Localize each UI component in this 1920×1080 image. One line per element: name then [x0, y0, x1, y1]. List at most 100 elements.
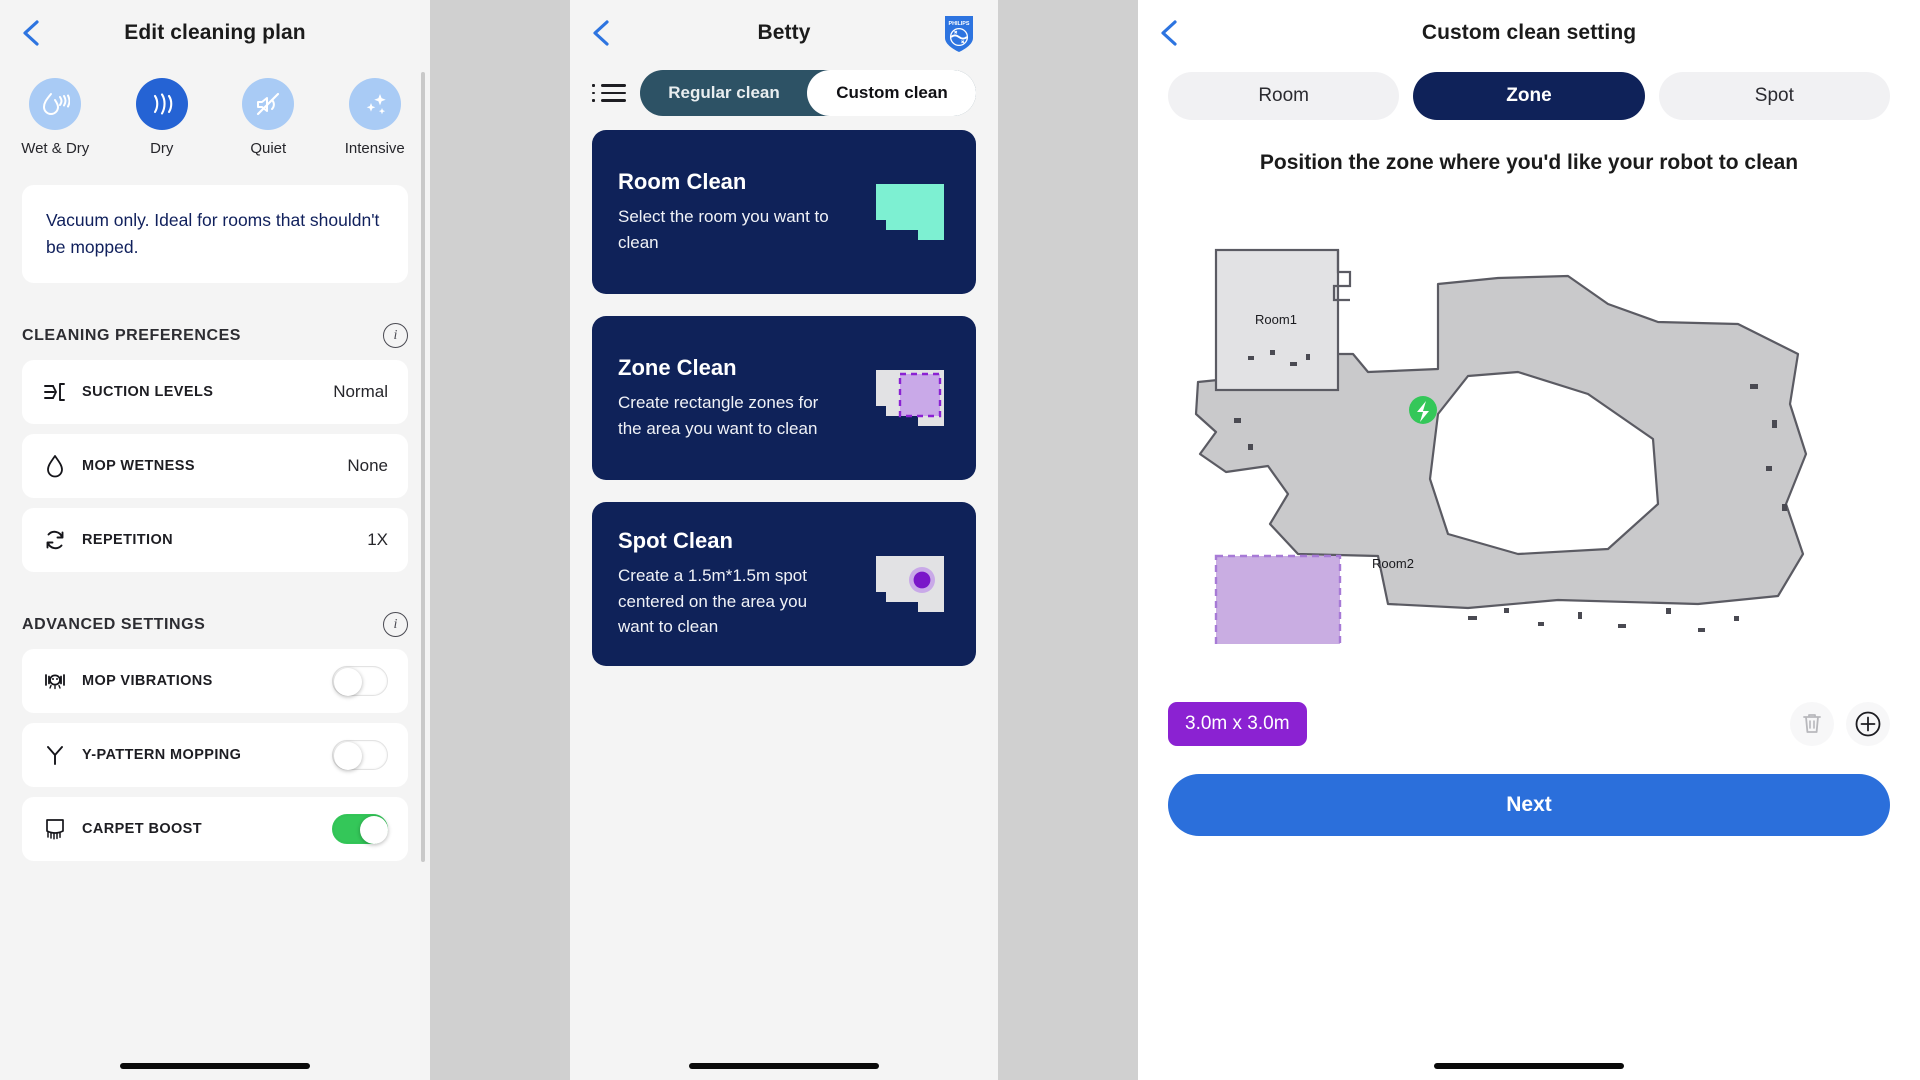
- spot-map-icon: [854, 536, 950, 632]
- svg-text:PHILIPS: PHILIPS: [949, 21, 970, 27]
- room1-label: Room1: [1255, 312, 1297, 327]
- panel-gap-1: [430, 0, 570, 1080]
- row-label: SUCTION LEVELS: [82, 384, 214, 401]
- mode-description-card: Vacuum only. Ideal for rooms that should…: [22, 185, 408, 284]
- suction-levels-icon: [42, 379, 68, 405]
- quiet-muted-icon: [242, 78, 295, 130]
- zone-controls: 3.0m x 3.0m: [1168, 701, 1890, 746]
- selected-zone-rect: [1214, 554, 1342, 644]
- cleaning-mode-selector: Wet & Dry Dry Quiet Intensive: [0, 78, 430, 157]
- row-mop-vibrations[interactable]: MOP VIBRATIONS: [22, 649, 408, 714]
- next-button[interactable]: Next: [1168, 773, 1890, 836]
- card-description: Select the room you want to clean: [618, 207, 829, 252]
- room-map-icon: [854, 164, 950, 260]
- segmented-control: Regular clean Custom clean: [640, 70, 976, 116]
- row-value: Normal: [333, 382, 388, 402]
- carpet-boost-toggle[interactable]: [332, 814, 388, 845]
- custom-clean-screen: Betty PHILIPS Regular clean Custom clean: [570, 0, 998, 1080]
- delete-zone-button[interactable]: [1790, 701, 1834, 746]
- screenshot-stage: Edit cleaning plan Wet & Dry Dry Quiet I…: [0, 0, 1920, 1080]
- plus-circle-icon: [1855, 711, 1881, 737]
- row-label: Y-PATTERN MOPPING: [82, 747, 242, 764]
- home-indicator: [120, 1063, 310, 1069]
- mode-label: Wet & Dry: [21, 140, 90, 157]
- trash-icon: [1803, 713, 1821, 733]
- list-menu-icon[interactable]: [592, 78, 626, 108]
- clean-scope-segmented-control: Room Zone Spot: [1138, 66, 1920, 120]
- mop-vibrations-icon: [42, 668, 68, 694]
- segment-room[interactable]: Room: [1168, 72, 1400, 120]
- instruction-text: Position the zone where you'd like your …: [1259, 151, 1799, 174]
- intensive-sparkle-icon: [348, 78, 401, 130]
- left-header: Edit cleaning plan: [0, 0, 430, 66]
- card-description: Create rectangle zones for the area you …: [618, 393, 819, 438]
- segment-spot[interactable]: Spot: [1658, 72, 1890, 120]
- info-circle-icon[interactable]: i: [383, 612, 408, 638]
- row-mop-wetness[interactable]: MOP WETNESS None: [22, 434, 408, 499]
- carpet-boost-icon: [42, 816, 68, 842]
- zone-size-badge: 3.0m x 3.0m: [1168, 701, 1307, 746]
- toggle-knob: [334, 742, 362, 771]
- philips-logo-icon: PHILIPS: [942, 14, 976, 54]
- add-zone-button[interactable]: [1846, 701, 1890, 746]
- edit-cleaning-plan-screen: Edit cleaning plan Wet & Dry Dry Quiet I…: [0, 0, 430, 1080]
- row-suction-levels[interactable]: SUCTION LEVELS Normal: [22, 360, 408, 425]
- back-button[interactable]: [14, 16, 48, 50]
- custom-clean-setting-screen: Custom clean setting Room Zone Spot Posi…: [1138, 0, 1920, 1080]
- mode-description-text: Vacuum only. Ideal for rooms that should…: [46, 210, 380, 258]
- mode-wet-and-dry[interactable]: Wet & Dry: [18, 78, 93, 157]
- clean-type-cards: Room Clean Select the room you want to c…: [570, 116, 998, 666]
- mode-label: Quiet: [250, 140, 287, 157]
- mode-quiet[interactable]: Quiet: [231, 78, 306, 157]
- card-text: Zone Clean Create rectangle zones for th…: [618, 355, 854, 441]
- card-text: Room Clean Select the room you want to c…: [618, 169, 854, 255]
- toggle-knob: [360, 816, 388, 845]
- home-indicator: [689, 1063, 879, 1069]
- home-indicator: [1434, 1063, 1624, 1069]
- y-pattern-icon: [42, 742, 68, 768]
- card-zone-clean[interactable]: Zone Clean Create rectangle zones for th…: [592, 316, 976, 480]
- card-spot-clean[interactable]: Spot Clean Create a 1.5m*1.5m spot cente…: [592, 502, 976, 666]
- mode-label: Intensive: [344, 140, 405, 157]
- mop-vibrations-toggle[interactable]: [332, 666, 388, 697]
- mid-header: Betty PHILIPS: [570, 0, 998, 66]
- page-title: Edit cleaning plan: [124, 21, 306, 44]
- row-label: REPETITION: [82, 532, 174, 549]
- vertical-scrollbar[interactable]: [421, 72, 425, 862]
- section-title: CLEANING PREFERENCES: [22, 326, 242, 344]
- card-description: Create a 1.5m*1.5m spot centered on the …: [618, 566, 808, 637]
- tab-regular-clean[interactable]: Regular clean: [640, 70, 808, 116]
- row-label: MOP VIBRATIONS: [82, 673, 213, 690]
- segment-zone[interactable]: Zone: [1413, 72, 1645, 120]
- charging-dock-icon: [1409, 395, 1437, 424]
- card-title: Spot Clean: [618, 528, 733, 554]
- card-text: Spot Clean Create a 1.5m*1.5m spot cente…: [618, 528, 854, 640]
- row-y-pattern-mopping[interactable]: Y-PATTERN MOPPING: [22, 723, 408, 788]
- panel-gap-2: [998, 0, 1138, 1080]
- info-circle-icon[interactable]: i: [383, 323, 408, 349]
- row-carpet-boost[interactable]: CARPET BOOST: [22, 797, 408, 862]
- row-value: None: [347, 456, 388, 476]
- robot-name-title: Betty: [757, 21, 811, 44]
- mode-dry[interactable]: Dry: [125, 78, 200, 157]
- advanced-settings-header: ADVANCED SETTINGS i: [22, 612, 408, 638]
- y-pattern-mopping-toggle[interactable]: [332, 740, 388, 771]
- floor-map[interactable]: Room1 Room2: [1138, 204, 1920, 644]
- tab-custom-clean[interactable]: Custom clean: [808, 70, 976, 116]
- mode-intensive[interactable]: Intensive: [338, 78, 413, 157]
- page-title: Custom clean setting: [1421, 21, 1637, 44]
- section-title: ADVANCED SETTINGS: [22, 615, 206, 633]
- water-drop-icon: [42, 453, 68, 479]
- row-label: CARPET BOOST: [82, 821, 202, 838]
- right-header: Custom clean setting: [1138, 0, 1920, 66]
- toggle-knob: [334, 668, 362, 697]
- card-room-clean[interactable]: Room Clean Select the room you want to c…: [592, 130, 976, 294]
- card-title: Zone Clean: [618, 355, 737, 380]
- row-value: 1X: [367, 530, 388, 550]
- row-repetition[interactable]: REPETITION 1X: [22, 508, 408, 573]
- repeat-arrows-icon: [42, 527, 68, 553]
- back-button[interactable]: [584, 16, 618, 50]
- room2-label: Room2: [1372, 556, 1414, 571]
- cleaning-preferences-header: CLEANING PREFERENCES i: [22, 323, 408, 349]
- back-button[interactable]: [1152, 16, 1186, 50]
